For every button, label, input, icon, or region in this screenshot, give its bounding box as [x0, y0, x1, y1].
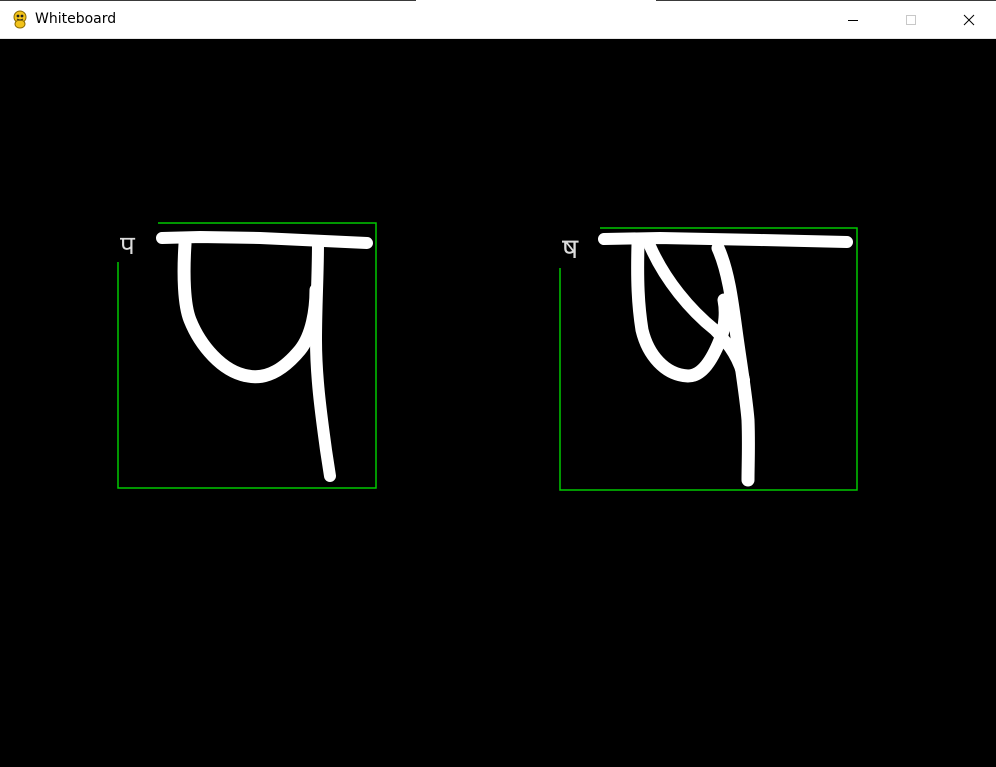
close-icon: [963, 14, 975, 25]
letter-stroke-2a: [631, 237, 732, 383]
letter-stroke-1b: [310, 237, 336, 482]
stroke-group-1: [156, 231, 373, 482]
prediction-label-1: प: [120, 231, 136, 261]
drawing-2: ष: [559, 227, 858, 491]
headline-stroke-1: [156, 231, 373, 249]
stroke-group-2: [598, 232, 853, 487]
letter-stroke-1a: [177, 237, 323, 384]
drawing-1: प: [117, 222, 377, 489]
window-title: Whiteboard: [35, 11, 117, 27]
canvas-svg[interactable]: प ष: [1, 39, 996, 767]
prediction-label-2: ष: [562, 232, 579, 265]
minimize-icon: [848, 19, 858, 21]
bounding-box-1: [117, 222, 377, 489]
drawing-canvas[interactable]: प ष: [1, 39, 996, 767]
title-bar: Whiteboard: [0, 0, 996, 39]
maximize-icon: [906, 14, 916, 25]
pygame-snake-icon: [13, 10, 27, 29]
minimize-button[interactable]: [824, 0, 882, 39]
close-button[interactable]: [940, 0, 996, 39]
maximize-button[interactable]: [882, 0, 940, 39]
